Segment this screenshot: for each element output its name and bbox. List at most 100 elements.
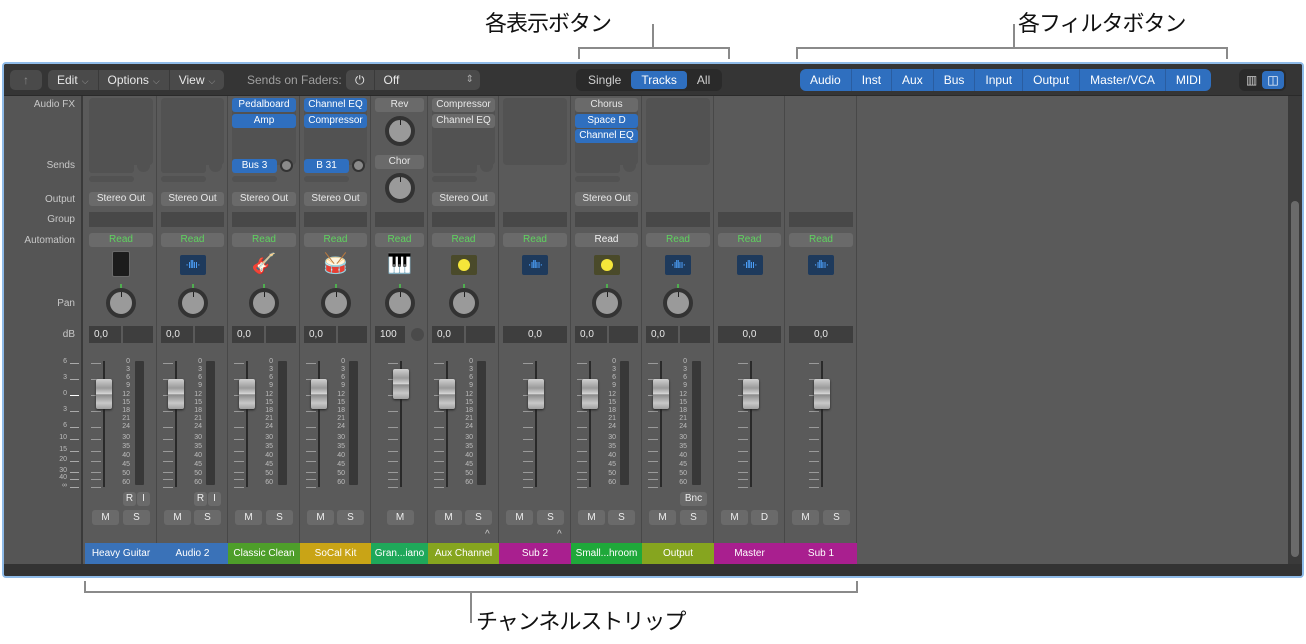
power-button[interactable]: ⏻ (346, 70, 374, 90)
channel-name[interactable]: Classic Clean (228, 543, 300, 565)
channel-name[interactable]: Small...hroom (571, 543, 642, 565)
expand-caret-icon[interactable]: ^ (485, 529, 490, 540)
send-slot-empty[interactable] (232, 176, 277, 182)
send-level-knob[interactable] (209, 159, 222, 172)
plugin-slot[interactable]: Channel EQ (432, 113, 495, 128)
solo-button[interactable]: S (537, 510, 564, 525)
group-slot[interactable] (646, 212, 710, 227)
solo-button[interactable]: S (680, 510, 707, 525)
waveform-icon[interactable]: ·ıllıı· (808, 255, 834, 275)
pan-knob[interactable] (448, 288, 479, 318)
filter-input-button[interactable]: Input (974, 69, 1022, 91)
record-enable-button[interactable]: R (123, 492, 136, 506)
send-slot-empty[interactable] (575, 176, 620, 182)
plugin-slot[interactable]: Compressor (304, 113, 367, 128)
amp-icon[interactable] (112, 251, 130, 277)
view-menu[interactable]: View ⌵ (168, 70, 225, 90)
volume-value[interactable]: 0,0 (232, 326, 264, 343)
solo-button[interactable]: S (266, 510, 293, 525)
volume-fader[interactable] (168, 379, 184, 409)
solo-button[interactable]: S (608, 510, 635, 525)
volume-value[interactable]: 0,0 (161, 326, 193, 343)
volume-fader[interactable] (239, 379, 255, 409)
plugin-slot[interactable]: Space D (575, 113, 638, 128)
audio-fx-slot[interactable] (503, 98, 567, 165)
filter-output-button[interactable]: Output (1022, 69, 1079, 91)
piano-icon[interactable]: 🎹 (385, 251, 415, 277)
bounce-button[interactable]: Bnc (680, 492, 707, 506)
filter-master-vca-button[interactable]: Master/VCA (1079, 69, 1165, 91)
waveform-icon[interactable]: ·ıllıı· (179, 255, 206, 275)
pan-knob[interactable] (591, 288, 622, 318)
filter-audio-button[interactable]: Audio (800, 69, 851, 91)
mute-button[interactable]: M (721, 510, 748, 525)
pan-knob[interactable] (663, 288, 693, 318)
edit-menu[interactable]: Edit ⌵ (48, 70, 98, 90)
mute-button[interactable]: M (92, 510, 119, 525)
channel-name[interactable]: Heavy Guitar (85, 543, 157, 565)
send-slot-empty[interactable] (304, 176, 349, 182)
pan-knob[interactable] (106, 288, 136, 318)
volume-fader[interactable] (392, 369, 409, 399)
send-slot[interactable] (89, 159, 134, 173)
expand-caret-icon[interactable]: ^ (557, 529, 562, 540)
view-all-button[interactable]: All (687, 71, 720, 89)
filter-midi-button[interactable]: MIDI (1164, 69, 1211, 91)
solo-button[interactable]: S (337, 510, 364, 525)
volume-value[interactable]: 100 (375, 326, 405, 343)
volume-value[interactable]: 0,0 (432, 326, 464, 343)
mute-button[interactable]: M (307, 510, 334, 525)
channel-name[interactable]: Sub 2 (499, 543, 571, 565)
output-button[interactable]: Stereo Out (432, 192, 495, 206)
send-level-knob[interactable] (623, 159, 636, 172)
drum-kit-icon[interactable]: 🥁 (321, 251, 351, 277)
send-slot[interactable] (432, 159, 477, 173)
mute-button[interactable]: M (435, 510, 462, 525)
channel-name[interactable]: Sub 1 (785, 543, 857, 565)
group-slot[interactable] (503, 212, 567, 227)
filter-inst-button[interactable]: Inst (850, 69, 891, 91)
channel-name[interactable]: Master (714, 543, 785, 565)
volume-fader[interactable] (528, 379, 544, 409)
plugin-knob-icon[interactable] (450, 255, 477, 275)
plugin-slot[interactable]: Channel EQ (304, 98, 367, 112)
automation-button[interactable]: Read (375, 233, 424, 247)
pan-knob[interactable] (384, 288, 415, 318)
channel-name[interactable]: SoCal Kit (300, 543, 371, 565)
mute-button[interactable]: M (578, 510, 605, 525)
volume-fader[interactable] (653, 379, 669, 409)
audio-fx-slot[interactable] (646, 98, 710, 165)
solo-button[interactable]: S (123, 510, 150, 525)
output-button[interactable]: Stereo Out (232, 192, 296, 206)
back-button[interactable]: ↑ (10, 70, 42, 90)
automation-button[interactable]: Read (432, 233, 495, 247)
mute-button[interactable]: M (235, 510, 262, 525)
automation-button[interactable]: Read (718, 233, 781, 247)
plugin-slot[interactable]: Pedalboard (232, 98, 296, 112)
volume-fader[interactable] (742, 379, 759, 409)
record-enable-button[interactable]: R (194, 492, 207, 506)
send-level-knob[interactable] (352, 159, 365, 172)
plugin-slot[interactable]: Amp (232, 113, 296, 128)
sends-select[interactable]: Off ⇕ (373, 70, 481, 90)
pan-knob[interactable] (249, 288, 279, 318)
group-slot[interactable] (789, 212, 853, 227)
send-level-knob[interactable] (137, 159, 150, 172)
volume-fader[interactable] (582, 379, 598, 409)
solo-button[interactable]: S (194, 510, 221, 525)
input-monitor-button[interactable]: I (208, 492, 221, 506)
automation-button[interactable]: Read (89, 233, 153, 247)
channel-name[interactable]: Output (642, 543, 714, 565)
send-slot-empty[interactable] (161, 176, 206, 182)
plugin-knob-icon[interactable] (593, 255, 620, 275)
volume-fader[interactable] (311, 379, 327, 409)
group-slot[interactable] (89, 212, 153, 227)
mute-button[interactable]: M (386, 510, 414, 525)
input-monitor-button[interactable]: I (137, 492, 150, 506)
send-slot-chor[interactable]: Chor (375, 155, 424, 169)
send-level-knob[interactable] (480, 159, 493, 172)
volume-fader[interactable] (96, 379, 112, 409)
send-slot[interactable]: Bus 3 (232, 159, 277, 173)
group-slot[interactable] (161, 212, 224, 227)
two-column-icon[interactable]: ◫ (1262, 71, 1284, 89)
